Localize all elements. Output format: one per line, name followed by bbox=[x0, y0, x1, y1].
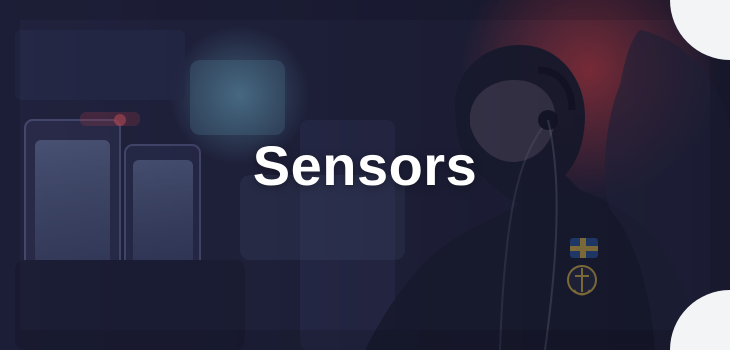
card-title: Sensors bbox=[252, 134, 478, 197]
sensors-card[interactable]: Sensors bbox=[0, 0, 730, 350]
